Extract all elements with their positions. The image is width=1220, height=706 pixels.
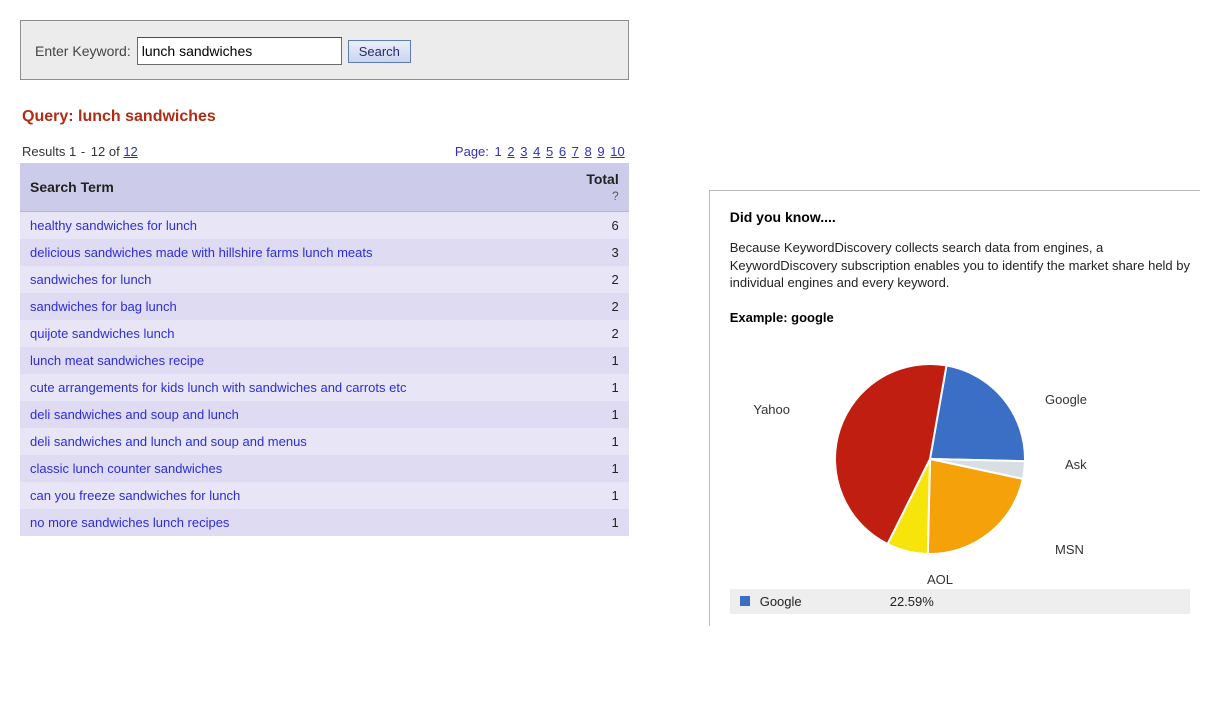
legend-name: Google <box>760 594 880 609</box>
query-heading: Query: lunch sandwiches <box>22 108 629 126</box>
query-prefix: Query: <box>22 108 78 125</box>
pager-page-10[interactable]: 10 <box>610 144 624 159</box>
pie-label-yahoo: Yahoo <box>753 402 790 417</box>
pie-label-ask: Ask <box>1065 457 1087 472</box>
search-term-total: 1 <box>519 428 629 455</box>
search-term-link[interactable]: deli sandwiches and lunch and soup and m… <box>20 428 519 455</box>
search-term-link[interactable]: sandwiches for lunch <box>20 266 519 293</box>
pager-page-2[interactable]: 2 <box>507 144 514 159</box>
search-term-link[interactable]: classic lunch counter sandwiches <box>20 455 519 482</box>
results-prefix: Results <box>22 144 69 159</box>
search-term-total: 2 <box>519 320 629 347</box>
pie-label-aol: AOL <box>927 572 953 587</box>
search-panel: Enter Keyword: Search <box>20 20 629 80</box>
search-term-total: 6 <box>519 212 629 240</box>
total-help-icon[interactable]: ? <box>529 189 619 203</box>
search-term-total: 1 <box>519 482 629 509</box>
results-total-link[interactable]: 12 <box>123 144 137 159</box>
pager-label: Page: <box>455 144 493 159</box>
search-term-link[interactable]: cute arrangements for kids lunch with sa… <box>20 374 519 401</box>
search-term-link[interactable]: can you freeze sandwiches for lunch <box>20 482 519 509</box>
keyword-input[interactable] <box>137 37 342 65</box>
search-term-total: 1 <box>519 347 629 374</box>
pie-label-google: Google <box>1045 392 1087 407</box>
search-label: Enter Keyword: <box>35 43 131 59</box>
results-summary-bar: Results 1 - 12 of 12 Page: 1 2 3 4 5 6 7… <box>20 144 629 163</box>
search-term-total: 3 <box>519 239 629 266</box>
search-term-link[interactable]: no more sandwiches lunch recipes <box>20 509 519 536</box>
pager-page-3[interactable]: 3 <box>520 144 527 159</box>
market-share-pie-chart: Google Ask MSN AOL Yahoo <box>730 339 1200 589</box>
results-table: Search Term Total ? healthy sandwiches f… <box>20 163 629 536</box>
did-you-know-panel: Did you know.... Because KeywordDiscover… <box>709 190 1200 626</box>
search-term-total: 2 <box>519 266 629 293</box>
pager-page-8[interactable]: 8 <box>585 144 592 159</box>
search-term-link[interactable]: quijote sandwiches lunch <box>20 320 519 347</box>
legend-swatch <box>740 596 750 606</box>
legend-value: 22.59% <box>890 594 934 609</box>
pager-page-9[interactable]: 9 <box>597 144 604 159</box>
table-row: deli sandwiches and lunch and soup and m… <box>20 428 629 455</box>
search-term-link[interactable]: healthy sandwiches for lunch <box>20 212 519 240</box>
table-row: quijote sandwiches lunch2 <box>20 320 629 347</box>
table-row: sandwiches for bag lunch2 <box>20 293 629 320</box>
pie-label-msn: MSN <box>1055 542 1084 557</box>
search-term-link[interactable]: deli sandwiches and soup and lunch <box>20 401 519 428</box>
dyk-title: Did you know.... <box>730 209 1200 225</box>
search-button[interactable]: Search <box>348 40 411 63</box>
pager-page-7[interactable]: 7 <box>572 144 579 159</box>
table-row: no more sandwiches lunch recipes1 <box>20 509 629 536</box>
pager-page-6[interactable]: 6 <box>559 144 566 159</box>
table-row: delicious sandwiches made with hillshire… <box>20 239 629 266</box>
search-term-total: 1 <box>519 509 629 536</box>
search-term-total: 1 <box>519 401 629 428</box>
dyk-text: Because KeywordDiscovery collects search… <box>730 239 1200 292</box>
table-row: classic lunch counter sandwiches1 <box>20 455 629 482</box>
table-row: deli sandwiches and soup and lunch1 <box>20 401 629 428</box>
pager: Page: 1 2 3 4 5 6 7 8 9 10 <box>455 144 625 159</box>
col-header-total: Total ? <box>519 163 629 212</box>
table-row: sandwiches for lunch2 <box>20 266 629 293</box>
search-term-link[interactable]: sandwiches for bag lunch <box>20 293 519 320</box>
chart-legend-row: Google 22.59% <box>730 589 1190 614</box>
results-to: 12 <box>91 144 105 159</box>
results-of: of <box>105 144 123 159</box>
search-term-total: 1 <box>519 374 629 401</box>
query-term: lunch sandwiches <box>78 108 216 125</box>
table-row: cute arrangements for kids lunch with sa… <box>20 374 629 401</box>
pager-page-1: 1 <box>495 144 502 159</box>
dyk-example-label: Example: google <box>730 310 1200 325</box>
search-term-link[interactable]: lunch meat sandwiches recipe <box>20 347 519 374</box>
search-term-link[interactable]: delicious sandwiches made with hillshire… <box>20 239 519 266</box>
table-row: can you freeze sandwiches for lunch1 <box>20 482 629 509</box>
pager-page-4[interactable]: 4 <box>533 144 540 159</box>
col-header-total-text: Total <box>586 171 618 187</box>
pager-page-5[interactable]: 5 <box>546 144 553 159</box>
table-row: healthy sandwiches for lunch6 <box>20 212 629 240</box>
results-dash: - <box>76 144 91 159</box>
col-header-term: Search Term <box>20 163 519 212</box>
table-row: lunch meat sandwiches recipe1 <box>20 347 629 374</box>
search-term-total: 1 <box>519 455 629 482</box>
search-term-total: 2 <box>519 293 629 320</box>
